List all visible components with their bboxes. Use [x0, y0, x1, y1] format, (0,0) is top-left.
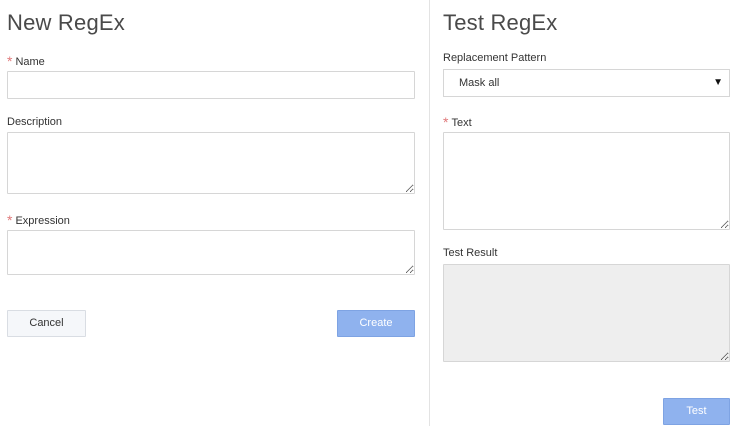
text-label: * Text — [443, 114, 472, 130]
test-text-textarea[interactable] — [443, 132, 730, 230]
test-result-textarea — [443, 264, 730, 362]
cancel-button[interactable]: Cancel — [7, 310, 86, 337]
text-label-text: Text — [451, 117, 472, 129]
name-input[interactable] — [7, 71, 415, 99]
expression-label-text: Expression — [15, 215, 70, 227]
test-result-label: Test Result — [443, 247, 498, 259]
panel-divider — [429, 0, 430, 426]
name-label-text: Name — [15, 56, 45, 68]
replacement-pattern-select[interactable]: Mask all ▼ — [443, 69, 730, 97]
test-regex-title: Test RegEx — [443, 10, 558, 35]
replacement-pattern-label: Replacement Pattern — [443, 52, 547, 64]
create-button[interactable]: Create — [337, 310, 415, 337]
asterisk-icon: * — [7, 212, 13, 228]
name-label: * Name — [7, 53, 45, 69]
description-label: Description — [7, 116, 63, 128]
new-regex-title: New RegEx — [7, 10, 125, 35]
test-button[interactable]: Test — [663, 398, 730, 425]
expression-textarea[interactable] — [7, 230, 415, 275]
asterisk-icon: * — [443, 114, 449, 130]
expression-label: * Expression — [7, 212, 70, 228]
description-textarea[interactable] — [7, 132, 415, 194]
caret-down-icon: ▼ — [713, 77, 723, 88]
asterisk-icon: * — [7, 53, 13, 69]
replacement-pattern-value: Mask all — [459, 77, 500, 89]
regex-editor-page: New RegEx * Name Description * Expression … — [0, 0, 743, 434]
